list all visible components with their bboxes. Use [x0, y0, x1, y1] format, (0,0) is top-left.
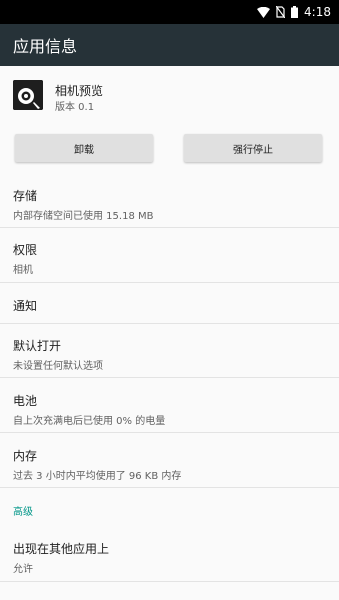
- advanced-section-header: 高级: [13, 507, 33, 518]
- app-icon: [13, 80, 43, 110]
- permissions-summary: 相机: [13, 265, 33, 276]
- permissions-item[interactable]: 权限 相机: [0, 229, 339, 283]
- memory-item[interactable]: 内存 过去 3 小时内平均使用了 96 KB 内存: [0, 434, 339, 488]
- display-over-other-apps-item[interactable]: 出现在其他应用上 允许: [0, 528, 339, 582]
- storage-summary: 内部存储空间已使用 15.18 MB: [13, 211, 154, 222]
- overlay-title: 出现在其他应用上: [13, 542, 110, 556]
- memory-title: 内存: [13, 449, 38, 463]
- open-by-default-item[interactable]: 默认打开 未设置任何默认选项: [0, 325, 339, 378]
- storage-title: 存储: [13, 189, 38, 203]
- no-sim-icon: [276, 6, 286, 18]
- notifications-title: 通知: [13, 299, 38, 313]
- permissions-title: 权限: [13, 243, 38, 257]
- notifications-item[interactable]: 通知: [0, 284, 339, 324]
- app-name: 相机预览: [55, 84, 104, 98]
- app-bar: 应用信息: [0, 24, 339, 66]
- app-header: 相机预览 版本 0.1: [0, 66, 339, 130]
- force-stop-button[interactable]: 强行停止: [184, 134, 322, 162]
- battery-summary: 自上次充满电后已使用 0% 的电量: [13, 416, 166, 427]
- overlay-summary: 允许: [13, 564, 33, 575]
- status-bar: 4:18: [0, 0, 339, 24]
- open-by-default-summary: 未设置任何默认选项: [13, 361, 103, 372]
- battery-icon: [291, 6, 299, 18]
- wifi-icon: [257, 6, 271, 18]
- battery-title: 电池: [13, 394, 38, 408]
- open-by-default-title: 默认打开: [13, 339, 62, 353]
- app-version: 版本 0.1: [55, 102, 95, 113]
- battery-item[interactable]: 电池 自上次充满电后已使用 0% 的电量: [0, 379, 339, 433]
- page-title: 应用信息: [13, 37, 78, 56]
- status-time: 4:18: [304, 5, 331, 19]
- uninstall-button[interactable]: 卸载: [15, 134, 153, 162]
- storage-item[interactable]: 存储 内部存储空间已使用 15.18 MB: [0, 176, 339, 228]
- memory-summary: 过去 3 小时内平均使用了 96 KB 内存: [13, 471, 182, 482]
